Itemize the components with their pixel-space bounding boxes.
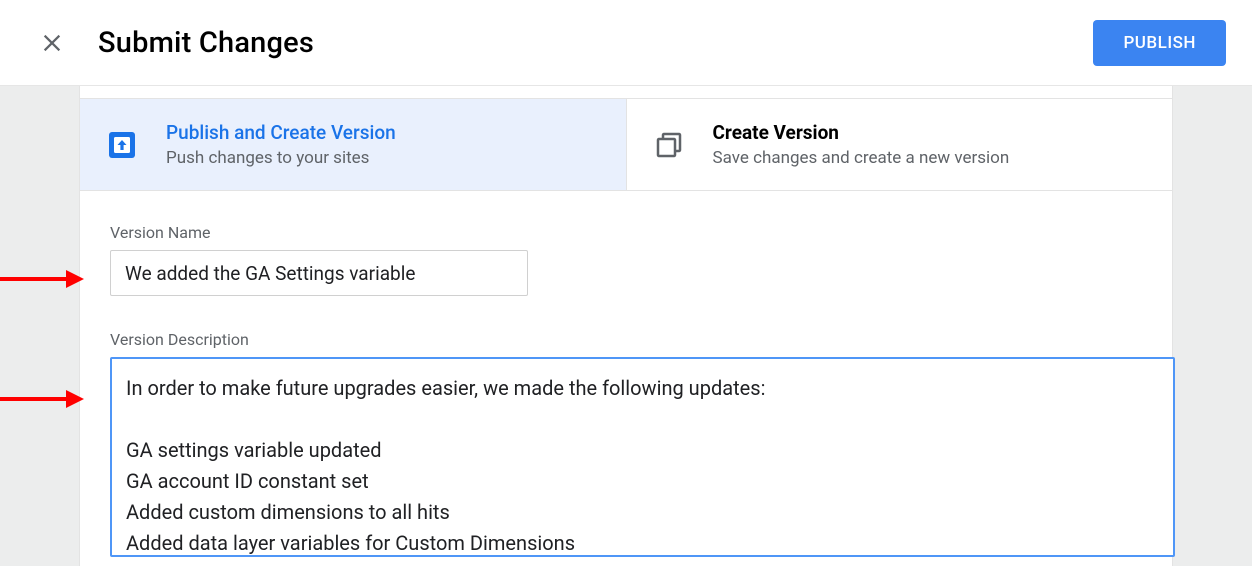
- header-bar: Submit Changes PUBLISH: [0, 0, 1252, 86]
- tab-publish-subtitle: Push changes to your sites: [166, 148, 396, 168]
- page-title: Submit Changes: [98, 26, 314, 60]
- version-description-input[interactable]: [110, 357, 1175, 557]
- close-button[interactable]: [36, 27, 68, 59]
- tab-create-version[interactable]: Create Version Save changes and create a…: [627, 99, 1173, 190]
- create-version-copy-icon: [653, 129, 685, 161]
- publish-upload-icon: [106, 129, 138, 161]
- version-description-label: Version Description: [110, 330, 1142, 349]
- publish-button[interactable]: PUBLISH: [1093, 20, 1226, 66]
- version-name-group: Version Name: [110, 223, 1142, 296]
- tab-publish-title: Publish and Create Version: [166, 121, 396, 144]
- tab-publish-and-create[interactable]: Publish and Create Version Push changes …: [80, 99, 627, 190]
- tab-create-title: Create Version: [713, 121, 1010, 144]
- content-wrapper: Publish and Create Version Push changes …: [0, 86, 1252, 566]
- publish-mode-tabs: Publish and Create Version Push changes …: [80, 98, 1172, 191]
- version-name-input[interactable]: [110, 250, 528, 296]
- form-area: Version Name Version Description: [80, 191, 1172, 561]
- version-description-group: Version Description: [110, 330, 1142, 561]
- version-name-label: Version Name: [110, 223, 1142, 242]
- content-card: Publish and Create Version Push changes …: [79, 86, 1173, 566]
- close-icon: [41, 32, 63, 54]
- tab-create-subtitle: Save changes and create a new version: [713, 148, 1010, 168]
